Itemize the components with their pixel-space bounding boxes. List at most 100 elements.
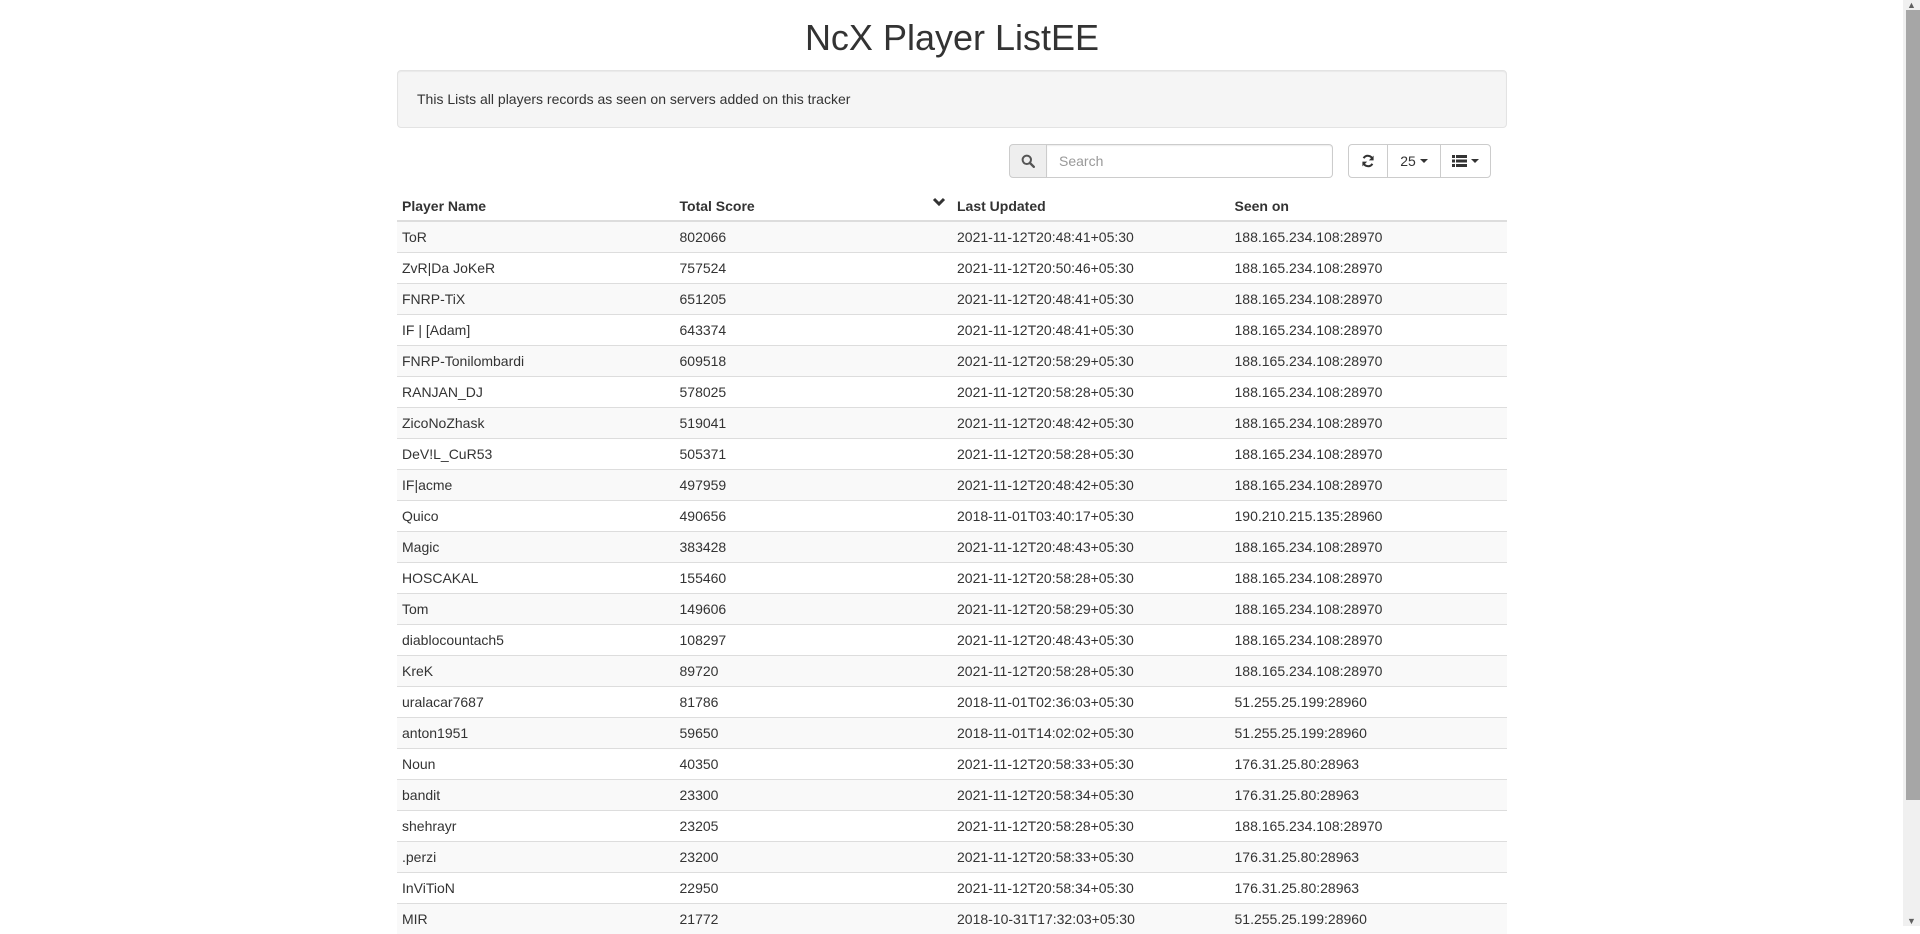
seen-on-cell: 188.165.234.108:28970 bbox=[1230, 253, 1508, 284]
table-row[interactable]: DeV!L_CuR535053712021-11-12T20:58:28+05:… bbox=[397, 439, 1507, 470]
table-row[interactable]: diablocountach51082972021-11-12T20:48:43… bbox=[397, 625, 1507, 656]
table-header-row: Player Name Total Score Last Updated See… bbox=[397, 192, 1507, 221]
table-row[interactable]: Noun403502021-11-12T20:58:33+05:30176.31… bbox=[397, 749, 1507, 780]
table-row[interactable]: Tom1496062021-11-12T20:58:29+05:30188.16… bbox=[397, 594, 1507, 625]
seen-on-cell: 188.165.234.108:28970 bbox=[1230, 346, 1508, 377]
scroll-down-arrow-icon[interactable]: ▼ bbox=[1903, 916, 1920, 926]
seen-on-cell: 188.165.234.108:28970 bbox=[1230, 470, 1508, 501]
caret-down-icon bbox=[1420, 159, 1428, 163]
scrollbar-thumb[interactable] bbox=[1906, 10, 1920, 800]
search-icon bbox=[1021, 154, 1035, 168]
seen-on-cell: 51.255.25.199:28960 bbox=[1230, 687, 1508, 718]
player-name-cell: ToR bbox=[397, 221, 675, 253]
table-row[interactable]: ZvR|Da JoKeR7575242021-11-12T20:50:46+05… bbox=[397, 253, 1507, 284]
table-actions: 25 bbox=[1348, 144, 1491, 178]
table-row[interactable]: HOSCAKAL1554602021-11-12T20:58:28+05:301… bbox=[397, 563, 1507, 594]
last-updated-cell: 2021-11-12T20:48:41+05:30 bbox=[952, 284, 1230, 315]
total-score-cell: 155460 bbox=[675, 563, 953, 594]
table-row[interactable]: FNRP-TiX6512052021-11-12T20:48:41+05:301… bbox=[397, 284, 1507, 315]
last-updated-cell: 2018-11-01T03:40:17+05:30 bbox=[952, 501, 1230, 532]
last-updated-cell: 2021-11-12T20:58:28+05:30 bbox=[952, 377, 1230, 408]
player-name-cell: MIR bbox=[397, 904, 675, 934]
total-score-cell: 22950 bbox=[675, 873, 953, 904]
table-row[interactable]: IF|acme4979592021-11-12T20:48:42+05:3018… bbox=[397, 470, 1507, 501]
player-name-cell: IF | [Adam] bbox=[397, 315, 675, 346]
last-updated-cell: 2021-11-12T20:48:43+05:30 bbox=[952, 625, 1230, 656]
total-score-cell: 490656 bbox=[675, 501, 953, 532]
table-row[interactable]: shehrayr232052021-11-12T20:58:28+05:3018… bbox=[397, 811, 1507, 842]
player-name-cell: shehrayr bbox=[397, 811, 675, 842]
last-updated-cell: 2021-11-12T20:58:28+05:30 bbox=[952, 439, 1230, 470]
table-row[interactable]: RANJAN_DJ5780252021-11-12T20:58:28+05:30… bbox=[397, 377, 1507, 408]
player-name-cell: anton1951 bbox=[397, 718, 675, 749]
player-name-cell: uralacar7687 bbox=[397, 687, 675, 718]
page-title: NcX Player ListEE bbox=[397, 0, 1507, 58]
table-row[interactable]: KreK897202021-11-12T20:58:28+05:30188.16… bbox=[397, 656, 1507, 687]
last-updated-cell: 2021-11-12T20:48:42+05:30 bbox=[952, 408, 1230, 439]
table-row[interactable]: FNRP-Tonilombardi6095182021-11-12T20:58:… bbox=[397, 346, 1507, 377]
last-updated-cell: 2021-11-12T20:48:41+05:30 bbox=[952, 315, 1230, 346]
table-row[interactable]: MIR217722018-10-31T17:32:03+05:3051.255.… bbox=[397, 904, 1507, 934]
table-row[interactable]: anton1951596502018-11-01T14:02:02+05:305… bbox=[397, 718, 1507, 749]
table-row[interactable]: .perzi232002021-11-12T20:58:33+05:30176.… bbox=[397, 842, 1507, 873]
vertical-scrollbar[interactable]: ▲ ▼ bbox=[1903, 0, 1920, 926]
seen-on-cell: 51.255.25.199:28960 bbox=[1230, 904, 1508, 934]
player-name-cell: Tom bbox=[397, 594, 675, 625]
table-row[interactable]: ToR8020662021-11-12T20:48:41+05:30188.16… bbox=[397, 221, 1507, 253]
columns-list-icon bbox=[1452, 155, 1467, 167]
last-updated-cell: 2018-11-01T02:36:03+05:30 bbox=[952, 687, 1230, 718]
last-updated-cell: 2021-11-12T20:58:33+05:30 bbox=[952, 842, 1230, 873]
seen-on-cell: 176.31.25.80:28963 bbox=[1230, 749, 1508, 780]
table-row[interactable]: Magic3834282021-11-12T20:48:43+05:30188.… bbox=[397, 532, 1507, 563]
seen-on-cell: 188.165.234.108:28970 bbox=[1230, 656, 1508, 687]
player-name-cell: ZicoNoZhask bbox=[397, 408, 675, 439]
total-score-cell: 578025 bbox=[675, 377, 953, 408]
table-row[interactable]: InViTioN229502021-11-12T20:58:34+05:3017… bbox=[397, 873, 1507, 904]
total-score-cell: 802066 bbox=[675, 221, 953, 253]
page-size-dropdown[interactable]: 25 bbox=[1387, 144, 1441, 178]
seen-on-cell: 188.165.234.108:28970 bbox=[1230, 625, 1508, 656]
columns-dropdown[interactable] bbox=[1440, 144, 1491, 178]
total-score-cell: 149606 bbox=[675, 594, 953, 625]
total-score-cell: 89720 bbox=[675, 656, 953, 687]
column-header-player-name[interactable]: Player Name bbox=[397, 192, 675, 221]
last-updated-cell: 2021-11-12T20:48:41+05:30 bbox=[952, 221, 1230, 253]
player-name-cell: FNRP-Tonilombardi bbox=[397, 346, 675, 377]
table-row[interactable]: Quico4906562018-11-01T03:40:17+05:30190.… bbox=[397, 501, 1507, 532]
refresh-button[interactable] bbox=[1348, 144, 1388, 178]
last-updated-cell: 2021-11-12T20:48:42+05:30 bbox=[952, 470, 1230, 501]
total-score-cell: 651205 bbox=[675, 284, 953, 315]
page-size-value: 25 bbox=[1400, 153, 1416, 169]
total-score-cell: 643374 bbox=[675, 315, 953, 346]
column-header-last-updated[interactable]: Last Updated bbox=[952, 192, 1230, 221]
last-updated-cell: 2021-11-12T20:58:34+05:30 bbox=[952, 780, 1230, 811]
column-header-seen-on[interactable]: Seen on bbox=[1230, 192, 1508, 221]
total-score-cell: 81786 bbox=[675, 687, 953, 718]
player-name-cell: diablocountach5 bbox=[397, 625, 675, 656]
table-row[interactable]: ZicoNoZhask5190412021-11-12T20:48:42+05:… bbox=[397, 408, 1507, 439]
seen-on-cell: 188.165.234.108:28970 bbox=[1230, 563, 1508, 594]
player-name-cell: HOSCAKAL bbox=[397, 563, 675, 594]
player-name-cell: DeV!L_CuR53 bbox=[397, 439, 675, 470]
chevron-down-icon bbox=[932, 197, 946, 207]
table-row[interactable]: IF | [Adam]6433742021-11-12T20:48:41+05:… bbox=[397, 315, 1507, 346]
table-row[interactable]: bandit233002021-11-12T20:58:34+05:30176.… bbox=[397, 780, 1507, 811]
table-row[interactable]: uralacar7687817862018-11-01T02:36:03+05:… bbox=[397, 687, 1507, 718]
player-name-cell: FNRP-TiX bbox=[397, 284, 675, 315]
search-input[interactable] bbox=[1047, 144, 1333, 178]
last-updated-cell: 2021-11-12T20:48:43+05:30 bbox=[952, 532, 1230, 563]
player-name-cell: .perzi bbox=[397, 842, 675, 873]
total-score-cell: 40350 bbox=[675, 749, 953, 780]
total-score-cell: 23205 bbox=[675, 811, 953, 842]
scroll-up-arrow-icon[interactable]: ▲ bbox=[1903, 0, 1920, 10]
seen-on-cell: 188.165.234.108:28970 bbox=[1230, 439, 1508, 470]
search-button[interactable] bbox=[1009, 144, 1047, 178]
total-score-cell: 383428 bbox=[675, 532, 953, 563]
player-name-cell: IF|acme bbox=[397, 470, 675, 501]
last-updated-cell: 2021-11-12T20:58:34+05:30 bbox=[952, 873, 1230, 904]
player-name-cell: Quico bbox=[397, 501, 675, 532]
column-header-total-score[interactable]: Total Score bbox=[675, 192, 953, 221]
seen-on-cell: 176.31.25.80:28963 bbox=[1230, 873, 1508, 904]
seen-on-cell: 51.255.25.199:28960 bbox=[1230, 718, 1508, 749]
seen-on-cell: 188.165.234.108:28970 bbox=[1230, 532, 1508, 563]
